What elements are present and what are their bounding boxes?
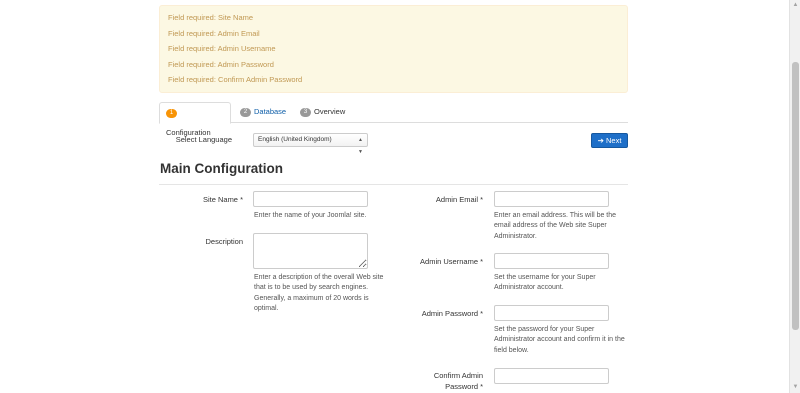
admin-email-label: Admin Email *	[435, 195, 483, 204]
description-input[interactable]	[253, 233, 368, 269]
admin-password-input[interactable]	[494, 305, 609, 321]
vertical-scrollbar[interactable]: ▲ ▼	[789, 0, 800, 393]
chevron-down-icon: ▲ ▼	[358, 137, 363, 155]
arrow-right-icon: ➔	[597, 136, 604, 145]
select-language-label: Select Language	[175, 135, 232, 144]
alert-message: Field required: Confirm Admin Password	[168, 75, 303, 85]
admin-password-help: Set the password for your Super Administ…	[494, 326, 625, 354]
alert-message: Field required: Admin Password	[168, 59, 274, 69]
alert-message: Field required: Admin Username	[168, 44, 276, 54]
site-name-input[interactable]	[253, 191, 368, 207]
description-label: Description	[205, 237, 243, 246]
tab-overview[interactable]: 3 Overview	[294, 102, 351, 123]
alert-message: Field required: Site Name	[168, 13, 254, 22]
language-select-value: English (United Kingdom)	[258, 136, 332, 143]
section-divider	[159, 184, 628, 185]
scroll-up-icon[interactable]: ▲	[792, 2, 799, 9]
admin-email-input[interactable]	[494, 191, 609, 207]
next-button-label: Next	[605, 136, 622, 145]
site-name-label: Site Name *	[202, 195, 243, 204]
admin-username-label: Admin Username *	[420, 257, 483, 266]
admin-username-help: Set the username for your Super Administ…	[494, 274, 596, 292]
step-badge: 2	[240, 107, 251, 117]
step-badge: 1	[166, 108, 177, 118]
tab-label: Overview	[314, 107, 346, 116]
next-button[interactable]: ➔ Next	[591, 133, 628, 148]
language-select[interactable]: English (United Kingdom) ▲ ▼	[253, 133, 368, 155]
tab-database[interactable]: 2 Database	[234, 102, 292, 123]
admin-email-help: Enter an email address. This will be the…	[494, 212, 617, 240]
scroll-down-icon[interactable]: ▼	[792, 384, 799, 391]
alert-message: Field required: Admin Email	[168, 28, 260, 38]
admin-username-input[interactable]	[494, 253, 609, 269]
tab-configuration[interactable]: 1Configuration	[159, 102, 231, 137]
site-name-help: Enter the name of your Joomla! site.	[254, 212, 367, 219]
admin-password-label: Admin Password *	[421, 309, 483, 318]
confirm-password-label: Confirm Admin Password *	[433, 371, 483, 391]
validation-alert: Field required: Site Name Field required…	[159, 5, 628, 93]
installation-page: Field required: Site Name Field required…	[0, 0, 789, 393]
scrollbar-thumb[interactable]	[792, 62, 799, 330]
step-badge: 3	[300, 107, 311, 117]
step-tabs: 1Configuration 2 Database 3 Overview	[159, 102, 628, 137]
tab-label: Database	[254, 107, 287, 116]
section-title: Main Configuration	[160, 161, 283, 176]
confirm-password-input[interactable]	[494, 368, 609, 384]
description-help: Enter a description of the overall Web s…	[254, 274, 384, 312]
